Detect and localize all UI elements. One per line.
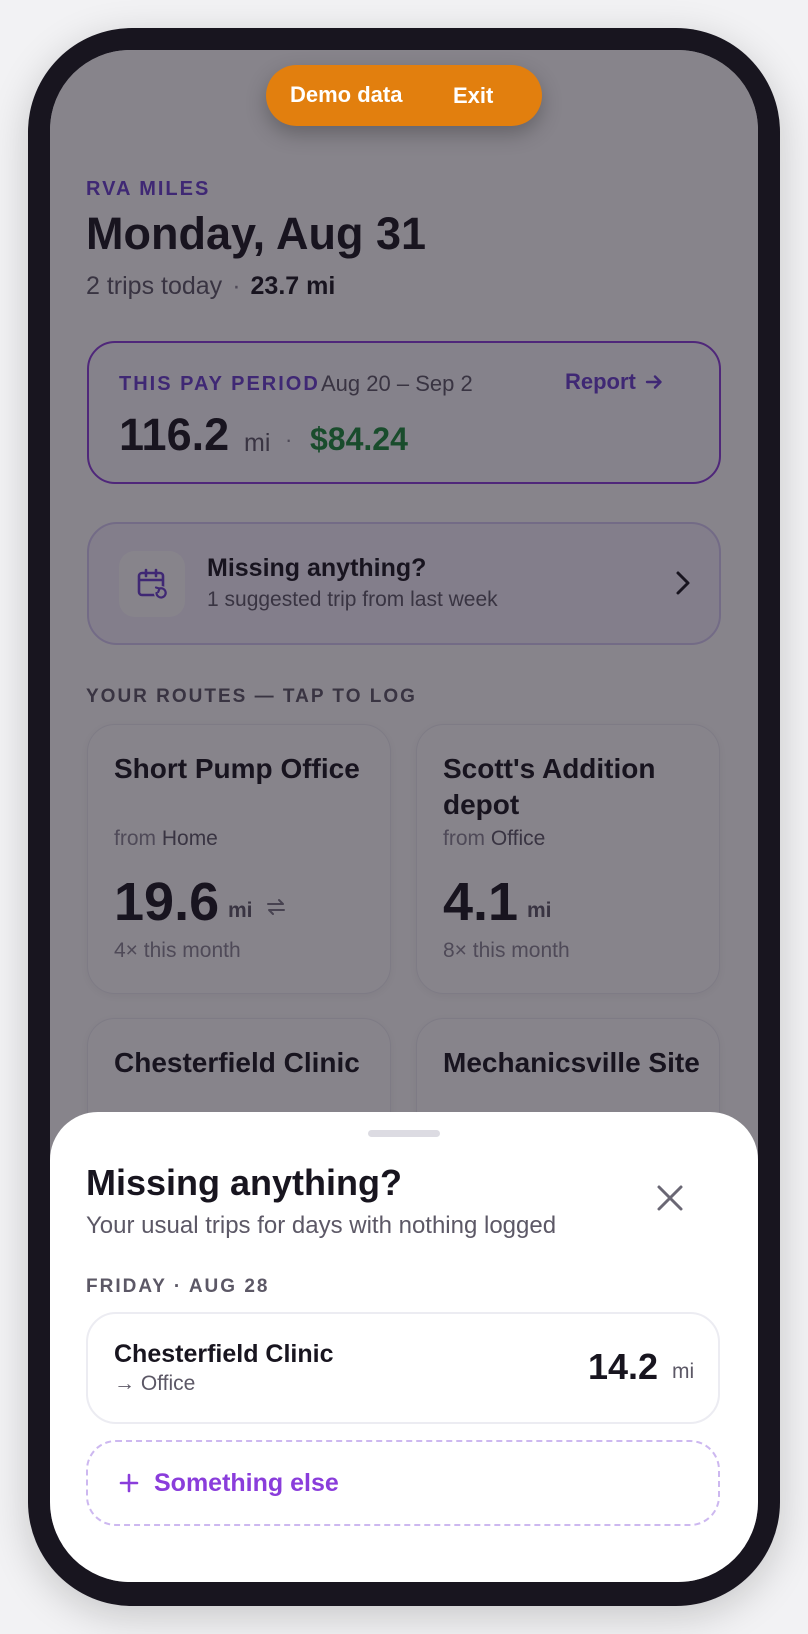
route-origin-prefix: from <box>114 827 156 850</box>
close-icon <box>657 1185 683 1211</box>
trips-today: 2 trips today <box>86 272 223 300</box>
missing-anything-title: Missing anything? <box>207 554 427 582</box>
pay-period-label: THIS PAY PERIOD <box>119 373 320 395</box>
pay-period-amount: $84.24 <box>310 421 408 457</box>
route-miles: 19.6 <box>114 872 220 932</box>
round-trip-icon <box>267 899 285 915</box>
arrow-right-icon <box>645 375 662 389</box>
separator-dot: · <box>285 427 293 452</box>
route-name: Scott's Addition depot <box>443 753 656 820</box>
pay-period-range: Aug 20 – Sep 2 <box>321 371 473 396</box>
missing-anything-sheet: Missing anything? Your usual trips for d… <box>50 1112 758 1582</box>
trip-unit: mi <box>672 1360 695 1383</box>
today-summary: 2 trips today · 23.7 mi <box>86 272 335 301</box>
page-title: Monday, Aug 31 <box>86 208 427 259</box>
exit-demo-button[interactable]: Exit <box>453 83 493 109</box>
chevron-right-icon <box>676 571 690 595</box>
trip-miles: 14.2 <box>588 1346 659 1387</box>
something-else-label: Something else <box>154 1468 339 1497</box>
sheet-subtitle: Your usual trips for days with nothing l… <box>86 1212 557 1239</box>
pay-period-unit: mi <box>244 429 271 457</box>
demo-data-label: Demo data <box>290 82 403 107</box>
calendar-clock-icon <box>119 551 185 617</box>
pay-period-card[interactable]: THIS PAY PERIOD Aug 20 – Sep 2 Report 11… <box>87 341 721 484</box>
app-screen: RVA MILES Monday, Aug 31 2 trips today · 2… <box>50 50 758 1582</box>
route-origin: from Home <box>114 827 218 851</box>
close-button[interactable] <box>654 1182 686 1214</box>
plus-icon <box>119 1473 139 1493</box>
day-label: FRIDAY · AUG 28 <box>86 1276 270 1297</box>
missing-anything-subtitle: 1 suggested trip from last week <box>207 588 498 611</box>
missing-anything-card[interactable]: Missing anything? 1 suggested trip from … <box>87 522 721 645</box>
routes-section-label: YOUR ROUTES — TAP TO LOG <box>86 686 417 707</box>
route-card-scotts-addition[interactable]: Scott's Addition depot from Office 4.1 m… <box>416 724 720 994</box>
app-name: RVA MILES <box>86 178 211 200</box>
something-else-button[interactable]: Something else <box>86 1440 720 1526</box>
trip-destination: → Office <box>114 1372 196 1395</box>
sheet-drag-handle[interactable] <box>368 1130 440 1137</box>
route-unit: mi <box>527 899 552 922</box>
demo-data-banner: Demo data Exit <box>266 65 542 126</box>
route-card-short-pump[interactable]: Short Pump Office from Home 19.6 mi 4× t… <box>87 724 391 994</box>
report-link[interactable]: Report <box>565 369 664 395</box>
route-frequency: 4× this month <box>114 939 241 962</box>
route-miles: 4.1 <box>443 872 519 932</box>
route-unit: mi <box>228 899 253 922</box>
route-name: Short Pump Office <box>114 753 360 784</box>
miles-today: 23.7 mi <box>250 272 336 300</box>
route-origin-place: Home <box>161 827 218 850</box>
sheet-title: Missing anything? <box>86 1162 403 1203</box>
route-frequency: 8× this month <box>443 939 570 962</box>
pay-period-miles: 116.2 <box>119 409 230 460</box>
route-origin-prefix: from <box>443 827 485 850</box>
suggested-trip-card[interactable]: Chesterfield Clinic → Office 14.2 mi <box>86 1312 720 1424</box>
separator-dot: · <box>232 272 241 300</box>
route-name: Mechanicsville Site <box>443 1047 700 1078</box>
route-origin-place: Office <box>490 827 546 850</box>
route-name: Chesterfield Clinic <box>114 1047 360 1078</box>
trip-name: Chesterfield Clinic <box>114 1340 334 1368</box>
report-label: Report <box>565 369 636 394</box>
route-origin: from Office <box>443 827 545 851</box>
